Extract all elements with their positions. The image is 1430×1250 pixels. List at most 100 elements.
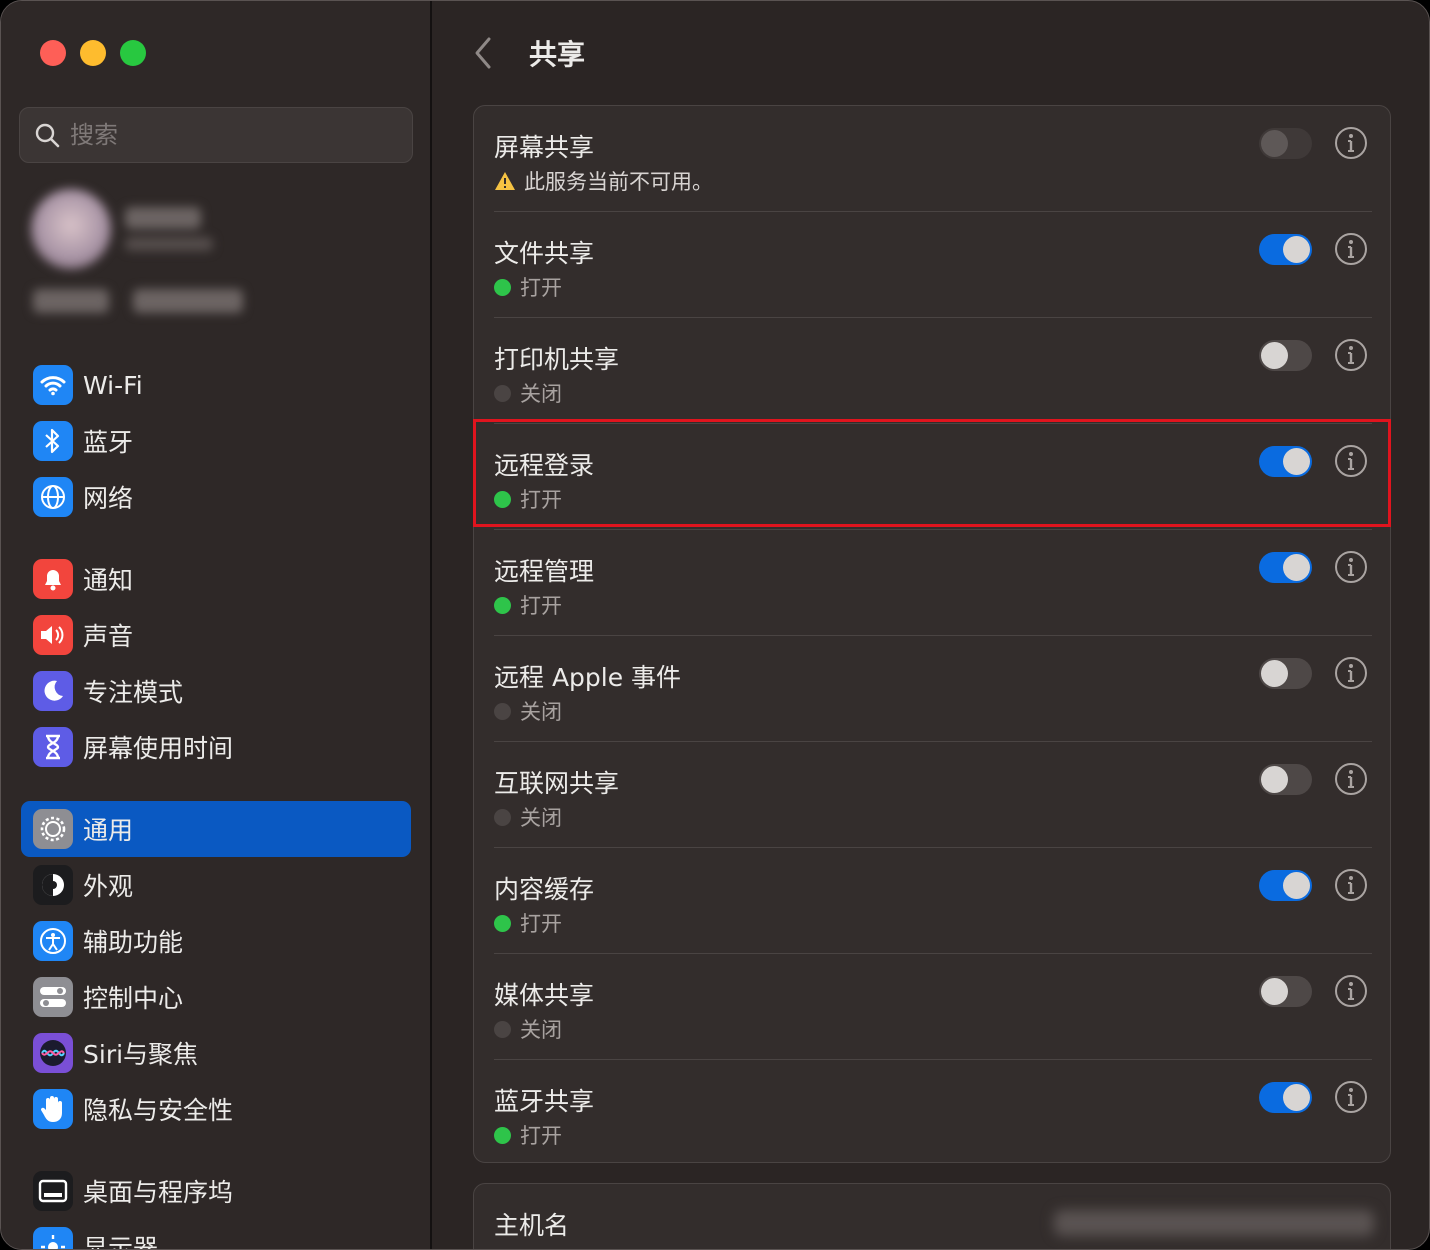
accessibility-icon [33, 921, 73, 961]
service-toggle[interactable] [1259, 552, 1312, 583]
service-status: 打开 [494, 272, 562, 302]
back-chevron-icon[interactable] [469, 33, 499, 73]
service-status-text: 关闭 [520, 806, 562, 830]
gear-icon [33, 809, 73, 849]
service-status-text: 关闭 [520, 700, 562, 724]
sidebar-item-display[interactable]: 显示器 [21, 1219, 411, 1250]
service-row: 打印机共享关闭 [474, 318, 1392, 424]
sidebar-item-speaker[interactable]: 声音 [21, 607, 411, 663]
info-icon[interactable] [1334, 868, 1368, 902]
sidebar-item-gear[interactable]: 通用 [21, 801, 411, 857]
info-icon[interactable] [1334, 1080, 1368, 1114]
info-icon[interactable] [1334, 444, 1368, 478]
service-title: 远程 Apple 事件 [494, 663, 682, 692]
service-status: 关闭 [494, 1014, 562, 1044]
zoom-window-button[interactable] [120, 40, 146, 66]
service-row: 媒体共享关闭 [474, 954, 1392, 1060]
sidebar-item-label: 专注模式 [83, 678, 184, 707]
status-dot [494, 808, 511, 826]
sidebar-item-accessibility[interactable]: 辅助功能 [21, 913, 411, 969]
service-status-text: 打开 [520, 488, 562, 512]
warning-icon [495, 172, 515, 190]
sidebar-item-wifi[interactable]: Wi-Fi [21, 357, 411, 413]
sidebar-item-bell[interactable]: 通知 [21, 551, 411, 607]
service-status: 此服务当前不可用。 [494, 166, 713, 196]
sidebar-item-moon[interactable]: 专注模式 [21, 663, 411, 719]
info-icon[interactable] [1334, 974, 1368, 1008]
status-dot [494, 490, 511, 508]
service-status-text: 关闭 [520, 382, 562, 406]
appearance-icon [33, 865, 73, 905]
info-icon[interactable] [1334, 550, 1368, 584]
info-icon[interactable] [1334, 338, 1368, 372]
service-status-text: 打开 [520, 594, 562, 618]
info-icon[interactable] [1334, 762, 1368, 796]
service-row: 远程登录 打开 [474, 424, 1392, 530]
service-toggle[interactable] [1259, 234, 1312, 265]
sidebar-item-dock[interactable]: 桌面与程序坞 [21, 1163, 411, 1219]
service-toggle[interactable] [1259, 870, 1312, 901]
sidebar-item-siri[interactable]: Siri与聚焦 [21, 1025, 411, 1081]
service-toggle[interactable] [1259, 446, 1312, 477]
service-status-text: 打开 [520, 276, 562, 300]
control-center-icon [33, 977, 73, 1017]
avatar [31, 189, 111, 269]
service-status: 关闭 [494, 378, 562, 408]
sidebar-item-control-center[interactable]: 控制中心 [21, 969, 411, 1025]
service-title: 内容缓存 [494, 875, 595, 904]
sidebar-item-hourglass[interactable]: 屏幕使用时间 [21, 719, 411, 775]
system-settings-window: Wi-Fi 蓝牙网络通知声音专注模式屏幕使用时间通用外观辅助功能控制中心 Siri与… [0, 0, 1430, 1250]
service-row: 蓝牙共享 打开 [474, 1060, 1392, 1166]
service-title: 打印机共享 [494, 345, 620, 374]
sidebar-item-label: 显示器 [83, 1234, 159, 1250]
service-title: 蓝牙共享 [494, 1087, 595, 1116]
sidebar-item-label: Siri与聚焦 [83, 1040, 199, 1069]
sidebar-item-globe[interactable]: 网络 [21, 469, 411, 525]
sidebar-item-label: 网络 [83, 484, 134, 513]
sidebar-item-label: 屏幕使用时间 [83, 734, 234, 763]
service-status-text: 关闭 [520, 1018, 562, 1042]
wifi-icon [33, 365, 73, 405]
sidebar: Wi-Fi 蓝牙网络通知声音专注模式屏幕使用时间通用外观辅助功能控制中心 Siri与… [1, 1, 432, 1250]
status-dot [494, 914, 511, 932]
service-toggle[interactable] [1259, 658, 1312, 689]
minimize-window-button[interactable] [80, 40, 106, 66]
service-title: 互联网共享 [494, 769, 620, 798]
close-window-button[interactable] [40, 40, 66, 66]
status-dot [494, 278, 511, 296]
service-status-text: 打开 [520, 912, 562, 936]
service-title: 媒体共享 [494, 981, 595, 1010]
info-icon[interactable] [1334, 126, 1368, 160]
speaker-icon [33, 615, 73, 655]
service-title: 文件共享 [494, 239, 595, 268]
bell-icon [33, 559, 73, 599]
info-icon[interactable] [1334, 232, 1368, 266]
service-toggle[interactable] [1259, 764, 1312, 795]
service-row: 内容缓存打开 [474, 848, 1392, 954]
sidebar-item-appearance[interactable]: 外观 [21, 857, 411, 913]
service-toggle[interactable] [1259, 1082, 1312, 1113]
search-input[interactable] [70, 121, 390, 149]
apple-account-profile[interactable] [29, 181, 269, 331]
sidebar-item-label: 通用 [83, 816, 134, 845]
sidebar-item-hand[interactable]: 隐私与安全性 [21, 1081, 411, 1137]
sidebar-item-bluetooth[interactable]: 蓝牙 [21, 413, 411, 469]
service-title: 远程管理 [494, 557, 595, 586]
bluetooth-icon [33, 421, 73, 461]
service-status: 打开 [494, 590, 562, 620]
service-row: 远程 Apple 事件关闭 [474, 636, 1392, 742]
sidebar-item-label: 桌面与程序坞 [83, 1178, 234, 1207]
service-toggle[interactable] [1259, 976, 1312, 1007]
sidebar-item-label: 蓝牙 [83, 428, 134, 457]
search-field[interactable] [19, 107, 413, 163]
service-toggle [1259, 128, 1312, 159]
sidebar-item-label: Wi-Fi [83, 370, 143, 400]
hostname-label: 主机名 [494, 1211, 570, 1240]
info-icon[interactable] [1334, 656, 1368, 690]
sidebar-item-label: 外观 [83, 872, 134, 901]
service-status-text: 此服务当前不可用。 [524, 170, 713, 194]
status-dot [494, 1020, 511, 1038]
service-row: 互联网共享关闭 [474, 742, 1392, 848]
status-dot [494, 384, 511, 402]
service-toggle[interactable] [1259, 340, 1312, 371]
